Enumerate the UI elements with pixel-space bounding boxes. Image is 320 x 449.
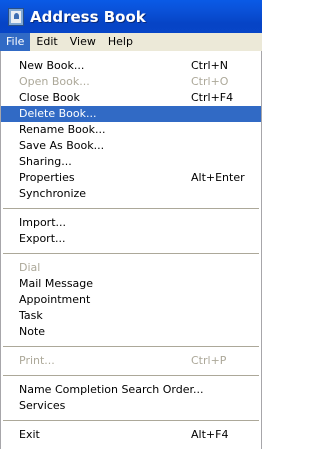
menu-separator xyxy=(3,420,259,421)
menu-bar: File Edit View Help xyxy=(0,33,262,51)
menu-item-import[interactable]: Import... xyxy=(1,215,261,231)
menu-item-close-book[interactable]: Close Book Ctrl+F4 xyxy=(1,90,261,106)
menu-item-print[interactable]: Print... Ctrl+P xyxy=(1,353,261,369)
address-book-window: Address Book File Edit View Help New Boo… xyxy=(0,0,262,449)
menu-item-properties[interactable]: Properties Alt+Enter xyxy=(1,170,261,186)
menu-item-rename-book[interactable]: Rename Book... xyxy=(1,122,261,138)
menu-help[interactable]: Help xyxy=(102,33,139,51)
menu-file[interactable]: File xyxy=(0,33,31,51)
file-menu-dropdown: New Book... Ctrl+N Open Book... Ctrl+O C… xyxy=(0,51,262,449)
menu-item-mail-message[interactable]: Mail Message xyxy=(1,276,261,292)
menu-item-sharing[interactable]: Sharing... xyxy=(1,154,261,170)
menu-item-services[interactable]: Services xyxy=(1,398,261,414)
address-book-icon xyxy=(8,7,24,26)
menu-separator xyxy=(3,346,259,347)
menu-separator xyxy=(3,208,259,209)
menu-item-new-book[interactable]: New Book... Ctrl+N xyxy=(1,58,261,74)
menu-item-synchronize[interactable]: Synchronize xyxy=(1,186,261,202)
menu-item-note[interactable]: Note xyxy=(1,324,261,340)
menu-item-delete-book[interactable]: Delete Book... xyxy=(1,106,261,122)
menu-item-exit[interactable]: Exit Alt+F4 xyxy=(1,427,261,443)
menu-item-save-as-book[interactable]: Save As Book... xyxy=(1,138,261,154)
menu-separator xyxy=(3,375,259,376)
menu-item-appointment[interactable]: Appointment xyxy=(1,292,261,308)
menu-item-dial[interactable]: Dial xyxy=(1,260,261,276)
menu-item-task[interactable]: Task xyxy=(1,308,261,324)
menu-edit[interactable]: Edit xyxy=(30,33,63,51)
window-title: Address Book xyxy=(30,7,146,26)
menu-separator xyxy=(3,253,259,254)
title-bar[interactable]: Address Book xyxy=(0,0,262,33)
menu-item-export[interactable]: Export... xyxy=(1,231,261,247)
menu-item-name-completion-search-order[interactable]: Name Completion Search Order... xyxy=(1,382,261,398)
menu-item-open-book[interactable]: Open Book... Ctrl+O xyxy=(1,74,261,90)
menu-view[interactable]: View xyxy=(64,33,102,51)
